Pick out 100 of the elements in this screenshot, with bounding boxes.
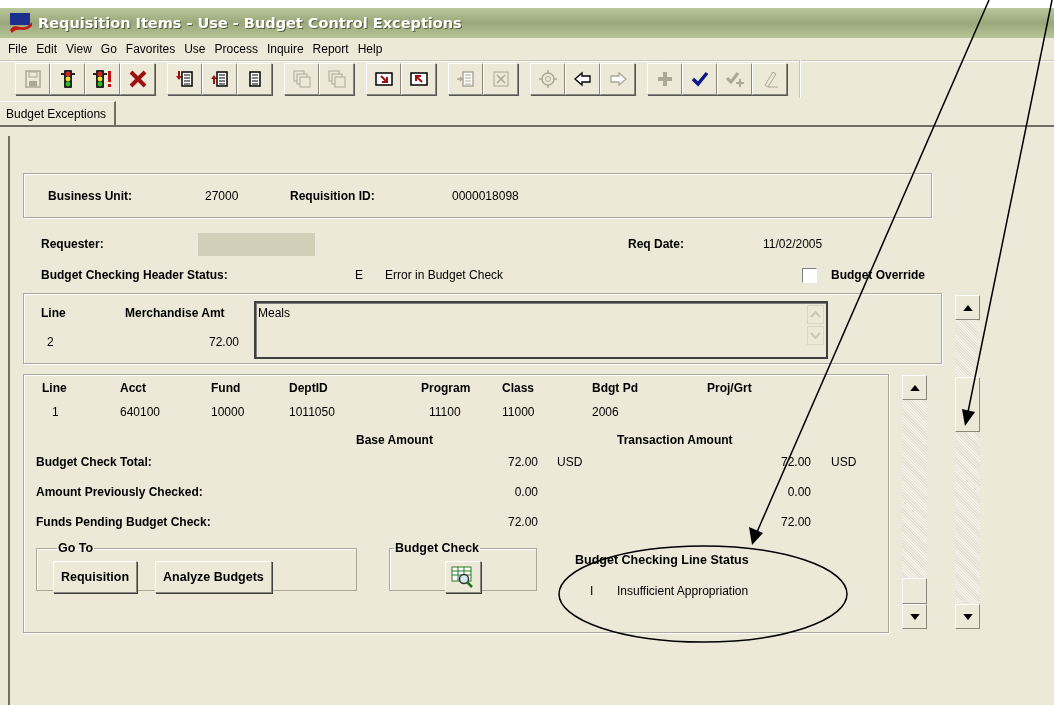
table-cell-text: 11100 bbox=[428, 404, 462, 421]
column-header: Fund bbox=[211, 380, 242, 397]
scrollbar[interactable] bbox=[955, 295, 980, 629]
column-header: Class bbox=[502, 380, 536, 397]
group-title: Budget Check bbox=[394, 541, 481, 555]
amount-value: 72.00 bbox=[506, 514, 538, 531]
checkbox[interactable] bbox=[801, 267, 817, 283]
menu-item[interactable]: Favorites bbox=[122, 42, 182, 56]
check-button[interactable] bbox=[682, 63, 717, 95]
arrow-box-icon bbox=[408, 69, 429, 89]
currency-code: USD bbox=[831, 454, 858, 471]
field-label: Budget Checking Header Status: bbox=[41, 268, 229, 282]
table-cell-text: 11000 bbox=[502, 404, 536, 421]
table-cell-text: 2006 bbox=[592, 404, 620, 421]
arrow-box-icon bbox=[373, 69, 394, 89]
column-header: Merchandise Amt bbox=[125, 306, 226, 320]
table-search-icon bbox=[451, 566, 475, 588]
scroll-thumb[interactable] bbox=[902, 578, 927, 604]
column-header: Base Amount bbox=[356, 433, 434, 447]
tab[interactable]: Budget Exceptions bbox=[0, 101, 117, 125]
menu-item[interactable]: Help bbox=[354, 42, 389, 56]
link-button[interactable]: Analyze Budgets bbox=[155, 561, 272, 593]
field-label: Requester: bbox=[41, 237, 105, 251]
scroll-up-button[interactable] bbox=[955, 295, 980, 320]
table-cell-text: 1 bbox=[51, 404, 60, 421]
field-label: Budget Check Total: bbox=[36, 454, 153, 471]
field-label: Funds Pending Budget Check: bbox=[36, 514, 212, 531]
column-header: Program bbox=[421, 380, 472, 397]
status-description: Error in Budget Check bbox=[385, 268, 504, 282]
status-code: I bbox=[589, 584, 595, 598]
app-logo-icon bbox=[8, 12, 34, 34]
menu-item[interactable]: Inquire bbox=[263, 42, 310, 56]
scroll-up-button[interactable] bbox=[902, 375, 927, 400]
window-title: Requisition Items - Use - Budget Control Exceptions bbox=[38, 15, 462, 31]
field-label: Req Date: bbox=[628, 237, 685, 251]
amount-value: 0.00 bbox=[513, 484, 538, 501]
column-header: Line bbox=[41, 306, 67, 320]
table-cell-text: 1011050 bbox=[289, 404, 336, 421]
budget-check-button[interactable] bbox=[50, 63, 85, 95]
stacked-windows-icon bbox=[291, 69, 312, 89]
delete-button[interactable] bbox=[120, 63, 155, 95]
menu-item[interactable]: Edit bbox=[33, 42, 64, 56]
up-chevron-icon bbox=[810, 311, 821, 318]
amount-value: 0.00 bbox=[786, 484, 811, 501]
insert-row-button[interactable] bbox=[167, 63, 202, 95]
table-cell-text: 2 bbox=[46, 335, 55, 349]
column-header: DeptID bbox=[289, 380, 329, 397]
field-value: 11/02/2005 bbox=[763, 237, 824, 251]
menu-item[interactable]: Go bbox=[97, 42, 123, 56]
insert-row-above-button[interactable] bbox=[202, 63, 237, 95]
list-cross-icon bbox=[490, 69, 511, 89]
table-cell-text: 72.00 bbox=[207, 335, 239, 349]
description-field[interactable]: Meals bbox=[254, 301, 828, 359]
table-cell-text: 10000 bbox=[211, 404, 246, 421]
x-mark-icon bbox=[127, 69, 148, 89]
scrollbar[interactable] bbox=[902, 375, 927, 629]
amount-value: 72.00 bbox=[506, 454, 538, 471]
column-header: Bdgt Pd bbox=[592, 380, 639, 397]
field-value: 27000 bbox=[205, 188, 240, 203]
table-cell-text: 640100 bbox=[120, 404, 162, 421]
check-plus-icon bbox=[724, 69, 745, 89]
scroll-down-button[interactable] bbox=[955, 604, 980, 629]
menu-item[interactable]: Use bbox=[181, 42, 212, 56]
up-arrow-icon bbox=[962, 304, 973, 311]
stacked-windows-icon bbox=[326, 69, 347, 89]
back-button[interactable] bbox=[565, 63, 600, 95]
previous-button[interactable] bbox=[401, 63, 436, 95]
amount-value: 72.00 bbox=[779, 514, 811, 531]
down-arrow-icon bbox=[962, 613, 973, 620]
right-arrow-icon bbox=[607, 69, 628, 89]
column-header: Line bbox=[42, 380, 68, 397]
up-arrow-icon bbox=[909, 384, 920, 391]
column-header: Transaction Amount bbox=[617, 433, 734, 447]
next-button[interactable] bbox=[366, 63, 401, 95]
column-header: Acct bbox=[120, 380, 147, 397]
menu-item[interactable]: Process bbox=[211, 42, 264, 56]
down-chevron-icon bbox=[810, 332, 821, 339]
field-label: Amount Previously Checked: bbox=[36, 484, 204, 501]
scroll-down-button[interactable] bbox=[902, 604, 927, 629]
menu-item[interactable]: File bbox=[5, 42, 34, 56]
down-arrow-icon bbox=[909, 613, 920, 620]
field-label: Requisition ID: bbox=[290, 188, 376, 203]
list-arrow-up-icon bbox=[209, 69, 230, 89]
menu-item[interactable]: Report bbox=[309, 42, 355, 56]
currency-code: USD bbox=[557, 454, 584, 471]
budget-check-button[interactable] bbox=[445, 561, 481, 593]
group-title: Go To bbox=[57, 541, 95, 555]
field-label: Business Unit: bbox=[48, 188, 133, 203]
budget-check-alert-button[interactable] bbox=[85, 63, 120, 95]
left-arrow-icon bbox=[572, 69, 593, 89]
status-code: E bbox=[355, 268, 364, 282]
menu-item[interactable]: View bbox=[63, 42, 98, 56]
traffic-light-alert-icon bbox=[92, 69, 113, 89]
list-arrow-icon bbox=[455, 69, 476, 89]
list-view-button[interactable] bbox=[237, 63, 272, 95]
column-header: Proj/Grt bbox=[707, 380, 753, 397]
status-description: Insufficient Appropriation bbox=[617, 584, 749, 598]
link-button[interactable]: Requisition bbox=[53, 561, 138, 593]
field-value: 0000018098 bbox=[452, 188, 520, 203]
check-mark-icon bbox=[689, 69, 710, 89]
